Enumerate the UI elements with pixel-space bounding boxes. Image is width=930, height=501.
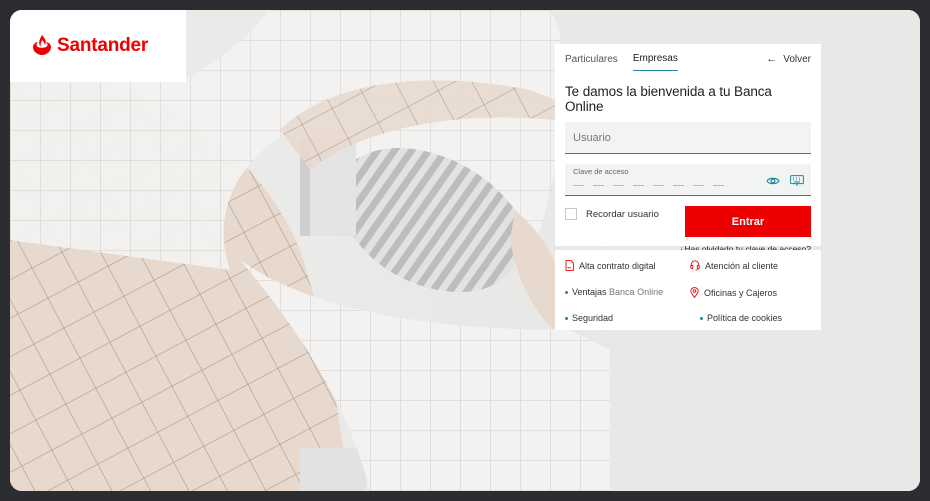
keyboard-icon[interactable] [790, 175, 804, 186]
location-pin-icon [690, 287, 699, 298]
login-panel: Particulares Empresas ← Volver Te damos … [555, 44, 821, 254]
help-links-panel: Alta contrato digital Atención al client… [555, 250, 821, 330]
username-input[interactable] [565, 122, 811, 154]
logo-area[interactable]: Santander [10, 10, 186, 82]
enter-button[interactable]: Entrar [685, 206, 811, 237]
brand-name: Santander [57, 35, 149, 56]
bullet-dot [700, 316, 703, 320]
tab-empresas[interactable]: Empresas [632, 47, 678, 71]
remember-user[interactable]: Recordar usuario [565, 208, 659, 220]
login-actions-row: Recordar usuario Entrar [565, 206, 811, 242]
headset-icon [690, 260, 700, 271]
link-contract[interactable]: Alta contrato digital [565, 260, 656, 271]
santander-flame-icon [33, 35, 51, 55]
document-signature-icon [565, 260, 574, 271]
link-benefits[interactable]: Ventajas Banca Online [565, 287, 663, 297]
remember-label: Recordar usuario [586, 208, 659, 220]
bullet-dot [565, 316, 568, 320]
link-offices[interactable]: Oficinas y Cajeros [690, 287, 777, 298]
tab-particulares[interactable]: Particulares [565, 48, 618, 71]
link-support[interactable]: Atención al cliente [690, 260, 778, 271]
arrow-left-icon: ← [766, 53, 778, 65]
welcome-heading: Te damos la bienvenida a tu Banca Online [565, 84, 772, 114]
link-security[interactable]: Seguridad [565, 313, 613, 323]
password-field[interactable]: Clave de acceso [565, 164, 811, 196]
app-frame: Santander Particulares Empresas ← Volver… [10, 10, 920, 491]
password-label: Clave de acceso [573, 167, 629, 176]
link-cookies[interactable]: Política de cookies [700, 313, 782, 323]
login-tabs: Particulares Empresas ← Volver [565, 44, 811, 74]
back-label: Volver [783, 53, 811, 65]
eye-icon[interactable] [766, 176, 780, 186]
bullet-dot [565, 290, 568, 294]
remember-checkbox[interactable] [565, 208, 577, 220]
back-link[interactable]: ← Volver [766, 53, 811, 65]
